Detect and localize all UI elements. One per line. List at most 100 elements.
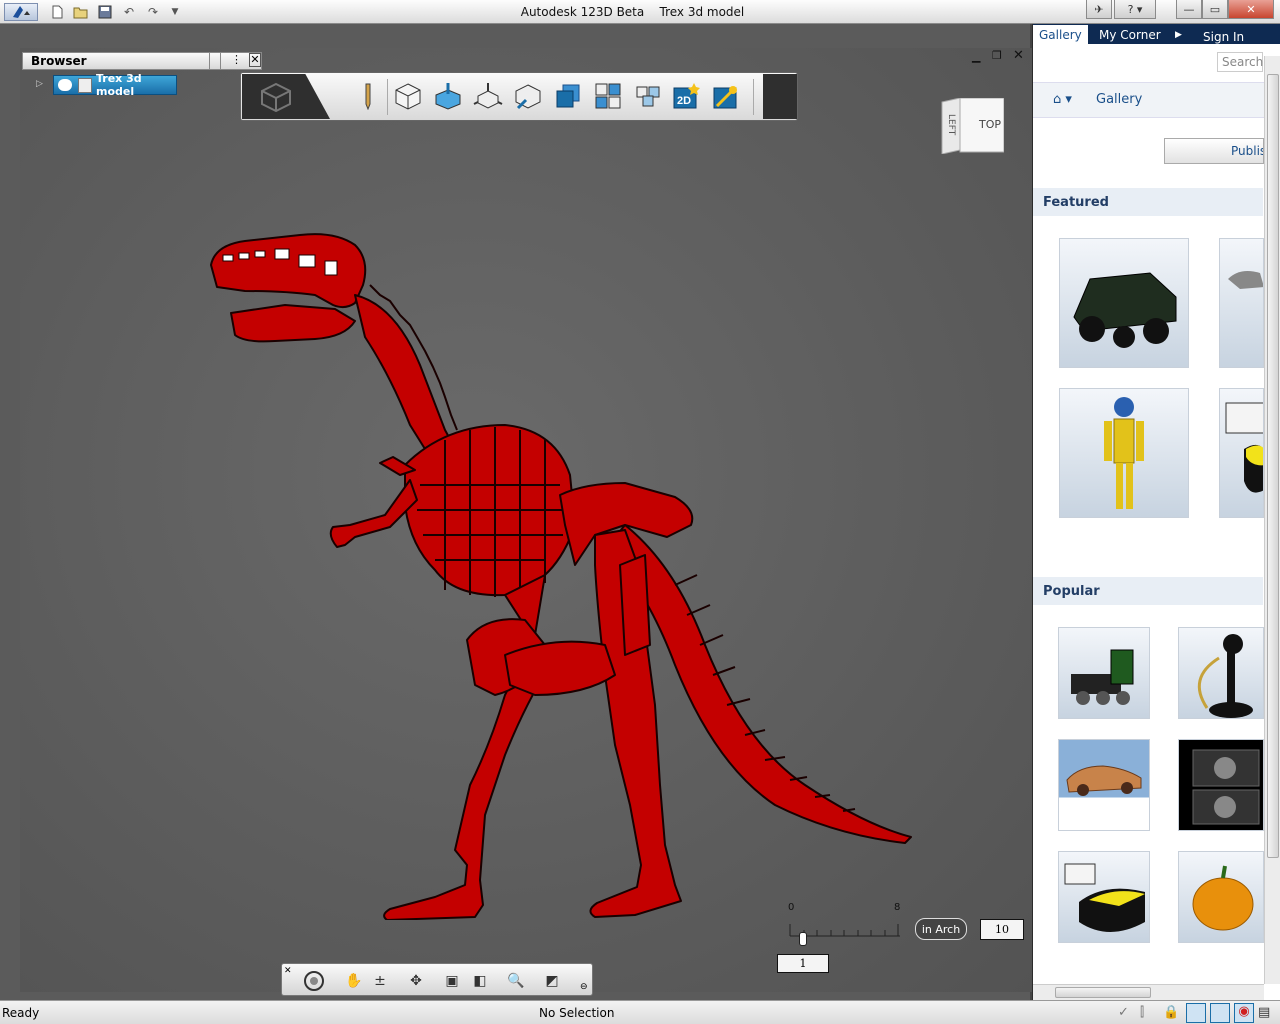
- status-ready: Ready: [2, 1006, 40, 1020]
- window-title: Autodesk 123D Beta Trex 3d model: [520, 5, 745, 19]
- popular-item-train[interactable]: [1058, 627, 1150, 719]
- 2d-icon[interactable]: 2D: [671, 81, 701, 111]
- scale-tick-end: 8: [894, 902, 901, 913]
- display-icon[interactable]: ▤: [1258, 1005, 1270, 1020]
- browser-tree-item[interactable]: Trex 3d model: [53, 72, 177, 98]
- layout-icon[interactable]: [1186, 1003, 1206, 1023]
- comm-center-icon[interactable]: ✈: [1086, 0, 1112, 19]
- popular-item-pumpkin[interactable]: [1178, 851, 1264, 943]
- scale-value-field[interactable]: 10: [980, 919, 1024, 940]
- tree-item-label: Trex 3d model: [96, 72, 142, 98]
- tab-gallery[interactable]: Gallery: [1033, 25, 1088, 44]
- featured-header: Featured: [1033, 188, 1263, 216]
- viewport-restore-button[interactable]: ❐: [992, 49, 1002, 62]
- lock-icon[interactable]: 🔒: [1163, 1005, 1179, 1020]
- viewport-minimize-button[interactable]: ▁: [972, 50, 980, 63]
- look-at-icon[interactable]: ✥: [402, 970, 430, 992]
- camera-thumbnail: [1192, 749, 1260, 825]
- popular-header: Popular: [1033, 577, 1263, 605]
- view-icon[interactable]: ◧: [466, 970, 494, 992]
- toolbar-divider: [753, 79, 754, 115]
- car-thumbnail: [1066, 765, 1142, 796]
- help-icon[interactable]: ? ▾: [1114, 0, 1156, 19]
- nav-bar-options-icon[interactable]: ⊖: [580, 982, 588, 992]
- viewcube-top-label: TOP: [979, 118, 1002, 131]
- cylinder-thumbnail: [1225, 402, 1263, 493]
- grid-icon[interactable]: [1210, 1003, 1230, 1023]
- box-icon[interactable]: [393, 81, 423, 111]
- breadcrumb-gallery-link[interactable]: Gallery: [1096, 92, 1142, 107]
- expand-arrow-icon[interactable]: ▷: [36, 79, 43, 89]
- popular-item-camera[interactable]: [1178, 739, 1264, 831]
- primitives-app-button[interactable]: [242, 74, 330, 119]
- gallery-vertical-scrollbar[interactable]: [1264, 56, 1280, 984]
- gallery-tabs: Gallery My Corner ▶ Sign In: [1033, 24, 1280, 44]
- gallery-search-input[interactable]: Search: [1217, 52, 1263, 72]
- tab-my-corner[interactable]: My Corner: [1093, 25, 1167, 44]
- extrude-icon[interactable]: [433, 81, 463, 111]
- minimize-button[interactable]: —: [1176, 0, 1202, 19]
- scale-slider-handle[interactable]: [799, 932, 807, 946]
- publish-button[interactable]: Publis: [1164, 138, 1264, 164]
- close-button[interactable]: ✕: [1228, 0, 1274, 19]
- toolbar-divider: [387, 79, 388, 115]
- browser-close-icon[interactable]: ✕: [249, 53, 261, 67]
- sign-in-link[interactable]: Sign In: [1197, 27, 1250, 46]
- primitives-cube-icon: [261, 82, 291, 112]
- wrench-thumbnail: [1228, 271, 1263, 289]
- svg-text:2D: 2D: [677, 95, 691, 107]
- vertical-scroll-thumb[interactable]: [1267, 74, 1279, 858]
- tabs-arrow-icon[interactable]: ▶: [1169, 25, 1188, 44]
- candlestick-phone-thumbnail: [1197, 634, 1253, 718]
- check-icon[interactable]: ✓: [1118, 1005, 1129, 1020]
- units-button[interactable]: in Arch: [915, 918, 967, 940]
- group-icon[interactable]: [633, 81, 663, 111]
- tweak-icon[interactable]: [513, 81, 543, 111]
- horizontal-scroll-thumb[interactable]: [1055, 987, 1151, 998]
- navigation-bar: ✕ ✋ ± ✥ ▣ ◧ 🔍 ◩ ⊖: [281, 963, 593, 996]
- visual-style-icon[interactable]: ◩: [538, 970, 566, 992]
- pan-icon[interactable]: ✋: [340, 970, 368, 992]
- jeep-thumbnail: [1073, 272, 1177, 348]
- nav-bar-close-icon[interactable]: ✕: [284, 966, 292, 976]
- visibility-icon[interactable]: ◉: [1234, 1003, 1254, 1023]
- selection-status: No Selection: [539, 1006, 615, 1020]
- zoom-icon[interactable]: ±: [366, 970, 394, 992]
- maximize-button[interactable]: ▭: [1202, 0, 1228, 19]
- toolbar-end-button[interactable]: [763, 74, 797, 119]
- browser-options-icon[interactable]: [209, 53, 221, 69]
- pattern-icon[interactable]: [593, 81, 623, 111]
- home-icon[interactable]: ⌂ ▾: [1053, 92, 1072, 107]
- magic-icon[interactable]: [711, 81, 741, 111]
- slider-value-field[interactable]: 1: [777, 954, 829, 973]
- viewcube[interactable]: LEFT TOP: [940, 97, 1005, 155]
- featured-item-robot[interactable]: [1059, 388, 1189, 518]
- pencil-icon[interactable]: [353, 81, 383, 111]
- popular-item-phone[interactable]: [1178, 627, 1264, 719]
- browser-pin-icon[interactable]: ⋮: [231, 53, 242, 66]
- gallery-panel: Gallery My Corner ▶ Sign In Search ⌂ ▾ G…: [1033, 24, 1280, 1000]
- gallery-horizontal-scrollbar[interactable]: [1033, 984, 1264, 1000]
- popular-item-cheese[interactable]: [1058, 851, 1150, 943]
- popular-item-car[interactable]: [1058, 739, 1150, 831]
- featured-item-jeep[interactable]: [1059, 238, 1189, 368]
- breadcrumb: ⌂ ▾ Gallery: [1033, 82, 1264, 118]
- viewport-close-button[interactable]: ✕: [1013, 48, 1024, 63]
- train-thumbnail: [1071, 649, 1134, 705]
- featured-item-wrench[interactable]: [1219, 238, 1264, 368]
- featured-item-cylinder[interactable]: [1219, 388, 1264, 518]
- move-icon[interactable]: [473, 81, 503, 111]
- browser-title: Browser: [31, 54, 87, 68]
- viewcube-left-label: LEFT: [946, 114, 956, 136]
- title-bar: ↶ ↷ ▼ Autodesk 123D Beta Trex 3d model ✈…: [0, 0, 1280, 24]
- fit-icon[interactable]: ▣: [438, 970, 466, 992]
- trex-3d-model[interactable]: [205, 225, 915, 920]
- visibility-eye-icon[interactable]: [58, 79, 72, 91]
- cheese-thumbnail: [1064, 863, 1145, 932]
- grid-snap-icon[interactable]: ⫿: [1140, 1005, 1144, 1020]
- combine-icon[interactable]: [553, 81, 583, 111]
- orbit-icon[interactable]: [300, 970, 328, 992]
- browser-panel-header: Browser ⋮ ✕: [22, 52, 262, 70]
- zoom-window-icon[interactable]: 🔍: [502, 970, 530, 992]
- scale-tick-start: 0: [788, 902, 795, 913]
